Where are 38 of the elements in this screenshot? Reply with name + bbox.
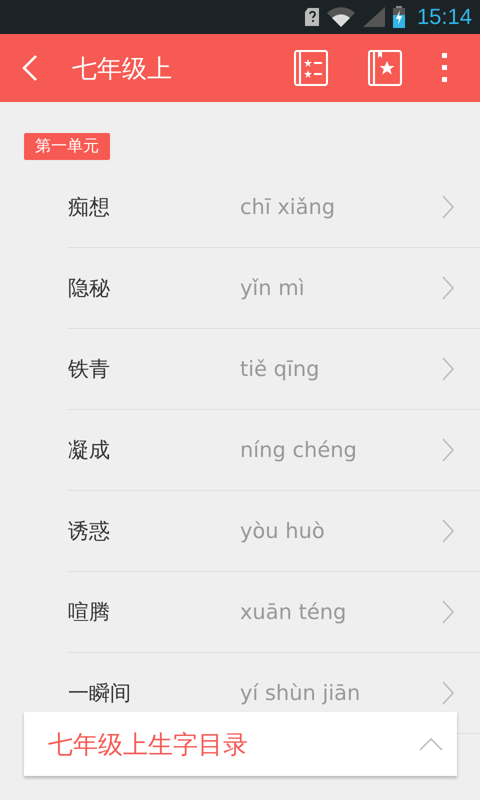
word-row[interactable]: 隐秘 yǐn mì xyxy=(68,248,480,329)
clock: 15:14 xyxy=(416,4,472,30)
word-row[interactable]: 铁青 tiě qīng xyxy=(68,329,480,410)
word-text: 诱惑 xyxy=(68,518,111,545)
chevron-right-icon xyxy=(442,276,454,300)
bookmark-star-button[interactable] xyxy=(368,50,402,86)
more-options-button[interactable] xyxy=(442,53,448,83)
screen-title: 七年级上 xyxy=(72,52,173,84)
chevron-right-icon xyxy=(442,600,454,624)
word-row[interactable]: 痴想 chī xiǎng xyxy=(68,167,480,248)
chevron-right-icon xyxy=(442,357,454,381)
word-text: 铁青 xyxy=(68,356,111,383)
chevron-right-icon xyxy=(442,438,454,462)
sim-card-icon xyxy=(304,8,319,26)
pinyin-text: xuān téng xyxy=(240,600,348,624)
word-text: 凝成 xyxy=(68,437,111,464)
signal-icon xyxy=(362,7,385,27)
pinyin-text: chī xiǎng xyxy=(240,195,336,219)
battery-icon xyxy=(392,6,405,28)
word-row[interactable]: 喧腾 xuān téng xyxy=(68,572,480,653)
back-button[interactable] xyxy=(22,54,38,82)
chevron-right-icon xyxy=(442,681,454,705)
word-row[interactable]: 诱惑 yòu huò xyxy=(68,491,480,572)
chevron-right-icon xyxy=(442,519,454,543)
word-text: 一瞬间 xyxy=(68,680,132,707)
pinyin-text: yǐn mì xyxy=(240,276,306,300)
wifi-icon xyxy=(326,7,355,27)
word-text: 隐秘 xyxy=(68,275,111,302)
unit-label: 第一单元 xyxy=(24,133,110,160)
pinyin-text: yí shùn jiān xyxy=(240,681,362,705)
word-text: 痴想 xyxy=(68,194,111,221)
pinyin-text: níng chéng xyxy=(240,438,358,462)
chevron-right-icon xyxy=(442,195,454,219)
pinyin-text: yòu huò xyxy=(240,519,326,543)
starred-list-button[interactable] xyxy=(294,50,328,86)
word-row[interactable]: 凝成 níng chéng xyxy=(68,410,480,491)
word-text: 喧腾 xyxy=(68,599,111,626)
pinyin-text: tiě qīng xyxy=(240,357,320,381)
